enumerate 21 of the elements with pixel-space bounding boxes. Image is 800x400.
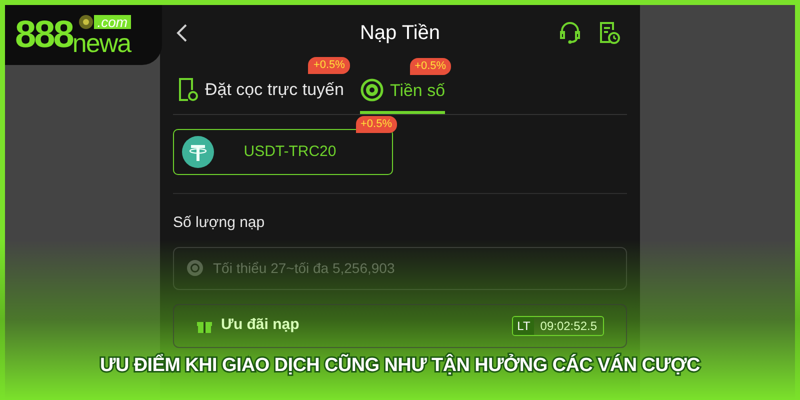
- tether-coin-icon: [181, 135, 215, 169]
- headset-icon[interactable]: [559, 20, 581, 44]
- method-label: USDT-TRC20: [242, 142, 338, 162]
- offer-label: Ưu đãi nạp: [221, 315, 300, 336]
- offer-tag: LT: [513, 316, 534, 334]
- offer-card[interactable]: Ưu đãi nạp LT 09:02:52.5: [173, 304, 627, 348]
- tab-label: Đặt cọc trực tuyến: [205, 79, 344, 102]
- caption: ƯU ĐIỂM KHI GIAO DỊCH CŨNG NHƯ TẬN HƯỞNG CÁC VÁN CƯỢC: [100, 353, 700, 378]
- amount-field[interactable]: Tối thiểu 27~tối đa 5,256,903: [173, 246, 627, 290]
- bonus-badge: +0.5%: [308, 57, 350, 74]
- back-icon[interactable]: [176, 22, 188, 42]
- history-icon[interactable]: [598, 20, 620, 44]
- bonus-badge: +0.5%: [356, 116, 397, 133]
- phone-icon: [177, 77, 199, 103]
- field-label: Số lượng nạp: [173, 213, 266, 233]
- chip-icon: [186, 258, 204, 276]
- countdown-timer: 09:02:52.5: [539, 318, 598, 334]
- tab-label: Tiền số: [390, 80, 446, 102]
- page-title: Nạp Tiền: [358, 20, 442, 46]
- bonus-badge: +0.5%: [410, 58, 452, 74]
- coin-icon: [360, 78, 384, 102]
